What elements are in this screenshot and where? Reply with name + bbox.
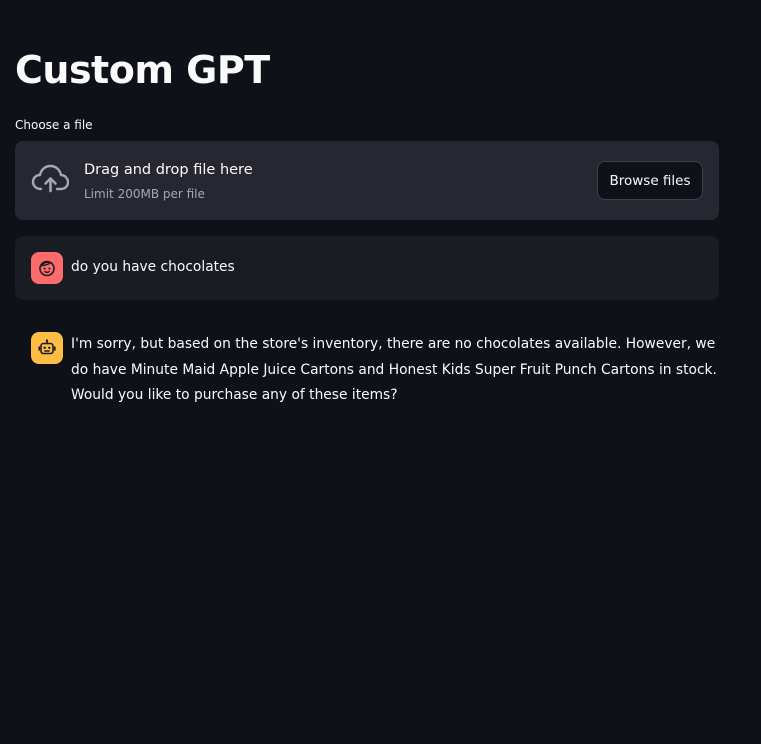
robot-icon	[31, 332, 63, 364]
message-text: I'm sorry, but based on the store's inve…	[71, 336, 717, 403]
user-face-icon	[31, 252, 63, 284]
message-text: do you have chocolates	[71, 259, 235, 275]
page-title: Custom GPT	[15, 48, 270, 92]
dropzone-size-limit: Limit 200MB per file	[84, 187, 205, 201]
chat-message-assistant: I'm sorry, but based on the store's inve…	[15, 316, 719, 426]
file-uploader-label: Choose a file	[15, 118, 93, 132]
file-dropzone[interactable]: Drag and drop file here Limit 200MB per …	[15, 141, 719, 220]
browse-files-button[interactable]: Browse files	[597, 161, 703, 200]
dropzone-instructions: Drag and drop file here	[84, 162, 253, 178]
chat-message-user: do you have chocolates	[15, 236, 719, 300]
app-page: Custom GPT Choose a file Drag and drop f…	[0, 0, 761, 744]
cloud-upload-icon	[31, 163, 70, 197]
